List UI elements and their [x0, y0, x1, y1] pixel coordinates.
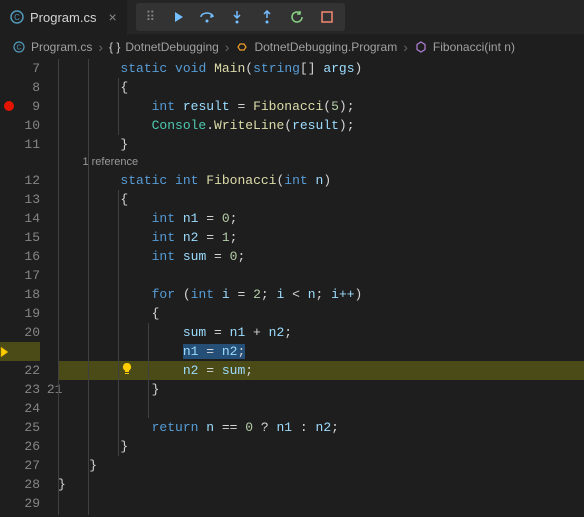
code-line: [58, 266, 584, 285]
step-into-button[interactable]: [229, 9, 245, 25]
svg-text:C: C: [16, 44, 21, 51]
step-out-button[interactable]: [259, 9, 275, 25]
line-number: 10: [0, 116, 40, 135]
file-tab[interactable]: C Program.cs ×: [0, 0, 128, 35]
top-bar: C Program.cs × ⠿: [0, 0, 584, 35]
restart-button[interactable]: [289, 9, 305, 25]
line-number: 21: [0, 342, 40, 361]
code-line: }: [58, 475, 584, 494]
chevron-right-icon: ›: [98, 39, 103, 55]
code-line: sum = n1 + n2;: [58, 323, 584, 342]
code-line: }: [58, 456, 584, 475]
line-number: 28: [0, 475, 40, 494]
code-line: int n2 = 1;: [58, 228, 584, 247]
debug-toolbar: ⠿: [136, 3, 346, 31]
line-number: 17: [0, 266, 40, 285]
breadcrumb-namespace[interactable]: { } DotnetDebugging: [109, 40, 219, 54]
close-icon[interactable]: ×: [108, 9, 116, 25]
code-editor[interactable]: 7 8 9 10 11 12 13 14 15 16 17 18 19 20 2…: [0, 59, 584, 513]
code-line: static void Main(string[] args): [58, 59, 584, 78]
line-number: 24: [0, 399, 40, 418]
line-number: 8: [0, 78, 40, 97]
namespace-icon: { }: [109, 40, 120, 54]
line-number: 15: [0, 228, 40, 247]
codelens[interactable]: 1 reference: [58, 154, 584, 171]
line-number: 29: [0, 494, 40, 513]
codelens-spacer: [0, 154, 40, 171]
breadcrumb-class[interactable]: DotnetDebugging.Program: [235, 40, 397, 54]
line-number: 18: [0, 285, 40, 304]
code-line: }: [58, 135, 584, 154]
grip-icon[interactable]: ⠿: [146, 10, 156, 25]
line-number: 20: [0, 323, 40, 342]
code-line: }: [58, 380, 584, 399]
chevron-right-icon: ›: [403, 39, 408, 55]
code-area[interactable]: static void Main(string[] args) { int re…: [58, 59, 584, 513]
gutter[interactable]: 7 8 9 10 11 12 13 14 15 16 17 18 19 20 2…: [0, 59, 58, 513]
line-number: 7: [0, 59, 40, 78]
line-number: 25: [0, 418, 40, 437]
line-number: 23: [0, 380, 40, 399]
line-number: 14: [0, 209, 40, 228]
breadcrumb-file[interactable]: C Program.cs: [12, 40, 92, 54]
svg-text:C: C: [14, 13, 20, 22]
line-number: 19: [0, 304, 40, 323]
line-number: 22: [0, 361, 40, 380]
line-number: 16: [0, 247, 40, 266]
csharp-file-icon: C: [10, 10, 24, 24]
line-number: 12: [0, 171, 40, 190]
breadcrumbs: C Program.cs › { } DotnetDebugging › Dot…: [0, 35, 584, 59]
code-line: {: [58, 304, 584, 323]
code-line: n1 = n2;: [58, 342, 584, 361]
tab-filename: Program.cs: [30, 10, 96, 25]
code-line: for (int i = 2; i < n; i++): [58, 285, 584, 304]
step-over-button[interactable]: [199, 9, 215, 25]
code-line: [58, 494, 584, 513]
line-number: 9: [0, 97, 40, 116]
chevron-right-icon: ›: [225, 39, 230, 55]
code-line: {: [58, 78, 584, 97]
code-line: static int Fibonacci(int n): [58, 171, 584, 190]
breadcrumb-method[interactable]: Fibonacci(int n): [414, 40, 515, 54]
line-number: 26: [0, 437, 40, 456]
code-line: int n1 = 0;: [58, 209, 584, 228]
code-line: {: [58, 190, 584, 209]
line-number: 27: [0, 456, 40, 475]
code-line: return n == 0 ? n1 : n2;: [58, 418, 584, 437]
stop-button[interactable]: [319, 9, 335, 25]
lightbulb-icon[interactable]: [120, 362, 134, 380]
method-icon: [414, 40, 428, 54]
code-line: int result = Fibonacci(5);: [58, 97, 584, 116]
line-number: 13: [0, 190, 40, 209]
code-line: n2 = sum;: [58, 361, 584, 380]
line-number: 11: [0, 135, 40, 154]
code-line: }: [58, 437, 584, 456]
code-line: int sum = 0;: [58, 247, 584, 266]
continue-button[interactable]: [169, 9, 185, 25]
class-icon: [235, 40, 249, 54]
code-line: Console.WriteLine(result);: [58, 116, 584, 135]
code-line: [58, 399, 584, 418]
breakpoint-icon[interactable]: [4, 101, 14, 111]
